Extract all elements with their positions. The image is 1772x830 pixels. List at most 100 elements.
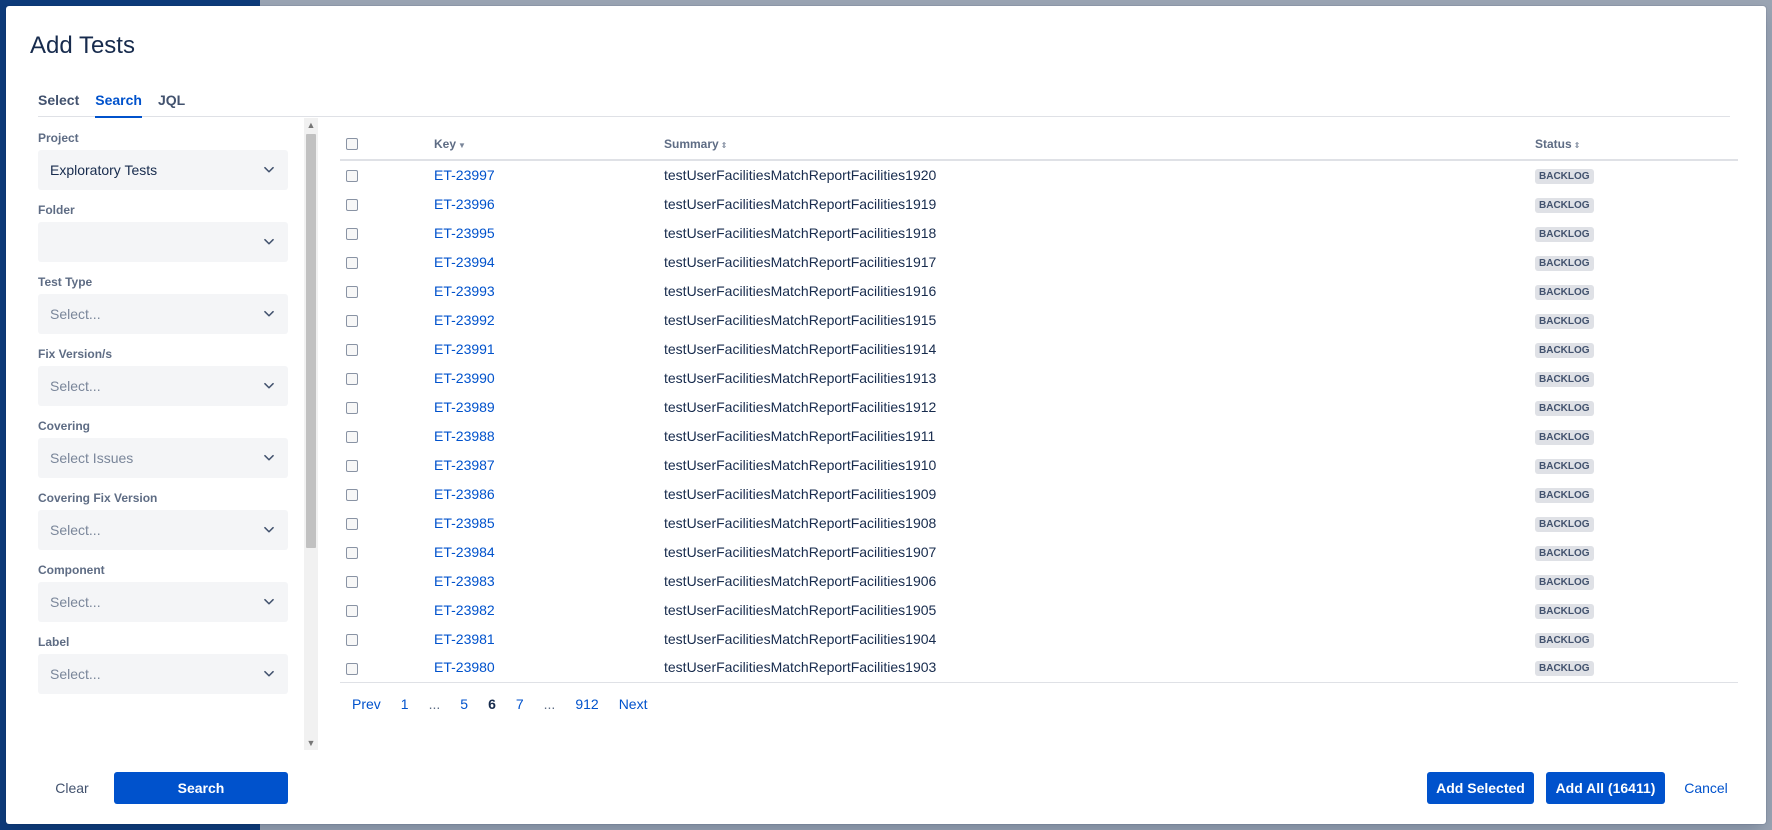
column-header-summary[interactable]: Summary ⇕: [664, 128, 1535, 161]
row-checkbox[interactable]: [346, 662, 358, 675]
status-cell: BACKLOG: [1535, 421, 1738, 450]
issue-key-link[interactable]: ET-23980: [434, 659, 495, 675]
component-select[interactable]: Select...: [38, 582, 288, 622]
issue-key-link[interactable]: ET-23988: [434, 428, 495, 444]
issue-key-link[interactable]: ET-23984: [434, 544, 495, 560]
issue-key-link[interactable]: ET-23986: [434, 486, 495, 502]
test-type-select[interactable]: Select...: [38, 294, 288, 334]
select-value: Select...: [50, 306, 101, 322]
select-value: Select...: [50, 522, 101, 538]
summary-cell: testUserFacilitiesMatchReportFacilities1…: [664, 340, 937, 357]
summary-cell: testUserFacilitiesMatchReportFacilities1…: [664, 253, 937, 270]
row-checkbox-cell: [340, 247, 434, 276]
tests-table-container: Key ▼ Summary ⇕ Status ⇕ ET-23997 testUserFa…: [340, 128, 1738, 683]
column-header-status[interactable]: Status ⇕: [1535, 128, 1738, 161]
cancel-button[interactable]: Cancel: [1676, 772, 1736, 804]
issue-key-link[interactable]: ET-23983: [434, 573, 495, 589]
add-all-button[interactable]: Add All (16411): [1546, 772, 1665, 804]
page-link[interactable]: 7: [506, 696, 534, 712]
filter-component: Component Select...: [38, 562, 323, 622]
tab-select[interactable]: Select: [38, 91, 87, 117]
column-key-label: Key: [434, 136, 457, 151]
add-selected-button[interactable]: Add Selected: [1427, 772, 1534, 804]
summary-cell: testUserFacilitiesMatchReportFacilities1…: [664, 630, 937, 647]
project-select[interactable]: Exploratory Tests: [38, 150, 288, 190]
summary-cell: testUserFacilitiesMatchReportFacilities1…: [664, 398, 937, 415]
row-checkbox[interactable]: [346, 546, 358, 559]
scroll-down-arrow-icon[interactable]: ▼: [304, 736, 318, 750]
row-checkbox[interactable]: [346, 430, 358, 443]
key-cell: ET-23983: [434, 566, 664, 595]
issue-key-link[interactable]: ET-23985: [434, 515, 495, 531]
issue-key-link[interactable]: ET-23991: [434, 341, 495, 357]
tests-table: Key ▼ Summary ⇕ Status ⇕ ET-23997 testUserFa…: [340, 128, 1738, 683]
status-badge: BACKLOG: [1535, 197, 1594, 213]
column-header-key[interactable]: Key ▼: [434, 128, 664, 161]
row-checkbox[interactable]: [346, 198, 358, 211]
tab-search[interactable]: Search: [95, 91, 150, 118]
status-cell: BACKLOG: [1535, 653, 1738, 683]
fix-version-s-select[interactable]: Select...: [38, 366, 288, 406]
summary-cell: testUserFacilitiesMatchReportFacilities1…: [664, 514, 937, 531]
issue-key-link[interactable]: ET-23997: [434, 167, 495, 183]
issue-key-link[interactable]: ET-23987: [434, 457, 495, 473]
row-checkbox[interactable]: [346, 256, 358, 269]
row-checkbox-cell: [340, 508, 434, 537]
row-checkbox[interactable]: [346, 372, 358, 385]
row-checkbox[interactable]: [346, 575, 358, 588]
issue-key-link[interactable]: ET-23989: [434, 399, 495, 415]
row-checkbox[interactable]: [346, 314, 358, 327]
row-checkbox[interactable]: [346, 488, 358, 501]
label-select[interactable]: Select...: [38, 654, 288, 694]
status-cell: BACKLOG: [1535, 276, 1738, 305]
table-row: ET-23982 testUserFacilitiesMatchReportFac…: [340, 595, 1738, 624]
chevron-down-icon: [262, 379, 276, 393]
issue-key-link[interactable]: ET-23996: [434, 196, 495, 212]
table-row: ET-23993 testUserFacilitiesMatchReportFac…: [340, 276, 1738, 305]
row-checkbox[interactable]: [346, 604, 358, 617]
page-link[interactable]: 1: [391, 696, 419, 712]
row-checkbox[interactable]: [346, 633, 358, 646]
folder-select[interactable]: [38, 222, 288, 262]
scrollbar-thumb[interactable]: [306, 134, 316, 548]
page-link[interactable]: 912: [565, 696, 608, 712]
search-button[interactable]: Search: [114, 772, 288, 804]
prev-page-link[interactable]: Prev: [342, 696, 391, 712]
issue-key-link[interactable]: ET-23990: [434, 370, 495, 386]
row-checkbox[interactable]: [346, 517, 358, 530]
row-checkbox[interactable]: [346, 227, 358, 240]
issue-key-link[interactable]: ET-23995: [434, 225, 495, 241]
summary-cell: testUserFacilitiesMatchReportFacilities1…: [664, 427, 936, 444]
issue-key-link[interactable]: ET-23981: [434, 631, 495, 647]
key-cell: ET-23987: [434, 450, 664, 479]
page-link[interactable]: 5: [450, 696, 478, 712]
issue-key-link[interactable]: ET-23994: [434, 254, 495, 270]
next-page-link[interactable]: Next: [609, 696, 658, 712]
row-checkbox[interactable]: [346, 170, 358, 183]
row-checkbox-cell: [340, 392, 434, 421]
row-checkbox-cell: [340, 160, 434, 189]
issue-key-link[interactable]: ET-23992: [434, 312, 495, 328]
covering-fix-version-select[interactable]: Select...: [38, 510, 288, 550]
row-checkbox[interactable]: [346, 459, 358, 472]
status-cell: BACKLOG: [1535, 160, 1738, 189]
row-checkbox[interactable]: [346, 343, 358, 356]
table-body: ET-23997 testUserFacilitiesMatchReportFac…: [340, 160, 1738, 683]
tab-jql[interactable]: JQL: [158, 91, 193, 117]
table-row: ET-23991 testUserFacilitiesMatchReportFac…: [340, 334, 1738, 363]
sort-icon: ⇕: [720, 140, 728, 150]
issue-key-link[interactable]: ET-23982: [434, 602, 495, 618]
chevron-down-icon: [262, 307, 276, 321]
row-checkbox[interactable]: [346, 285, 358, 298]
issue-key-link[interactable]: ET-23993: [434, 283, 495, 299]
key-cell: ET-23984: [434, 537, 664, 566]
scroll-up-arrow-icon[interactable]: ▲: [304, 118, 318, 132]
row-checkbox[interactable]: [346, 401, 358, 414]
status-badge: BACKLOG: [1535, 371, 1594, 387]
covering-select[interactable]: Select Issues: [38, 438, 288, 478]
filter-label: Fix Version/s: [38, 347, 113, 361]
summary-cell: testUserFacilitiesMatchReportFacilities1…: [664, 572, 937, 589]
clear-button[interactable]: Clear: [42, 772, 102, 804]
filter-scrollbar[interactable]: ▲ ▼: [304, 118, 318, 750]
select-all-checkbox[interactable]: [346, 138, 358, 151]
